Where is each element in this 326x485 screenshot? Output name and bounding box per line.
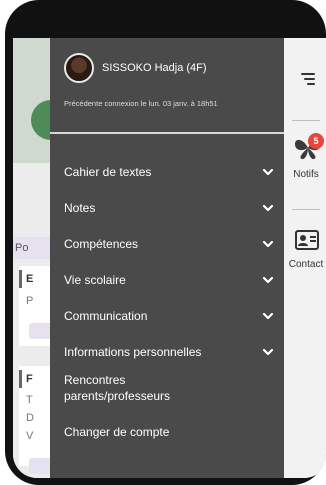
background-card-title: F xyxy=(26,373,33,385)
background-card-bar xyxy=(19,370,22,388)
background-card-text: V xyxy=(26,430,34,442)
background-card-text: P xyxy=(26,295,34,307)
menu-item-competences[interactable]: Compétences xyxy=(50,228,284,264)
menu-divider xyxy=(50,132,284,134)
chevron-down-icon xyxy=(262,240,274,248)
background-card-text: D xyxy=(26,412,34,424)
menu-item-label: Compétences xyxy=(64,237,139,251)
user-header: SISSOKO Hadja (4F) Précédente connexion … xyxy=(50,38,284,134)
menu-item-rencontres-parents-professeurs[interactable]: Rencontres parents/professeurs xyxy=(50,372,284,424)
notifications-badge: 5 xyxy=(308,133,324,149)
chevron-down-icon xyxy=(262,168,274,176)
contact-label[interactable]: Contact xyxy=(284,259,326,270)
menu-item-label: Communication xyxy=(64,309,148,323)
user-avatar[interactable] xyxy=(64,53,94,83)
menu-item-label: Rencontres parents/professeurs xyxy=(64,373,171,403)
right-rail: 5 Notifs Contact xyxy=(284,38,326,478)
contact-card-icon[interactable] xyxy=(295,230,319,250)
hamburger-menu-icon[interactable] xyxy=(300,71,316,87)
chevron-down-icon xyxy=(262,204,274,212)
side-menu: SISSOKO Hadja (4F) Précédente connexion … xyxy=(50,38,284,478)
chevron-down-icon xyxy=(262,276,274,284)
rail-divider xyxy=(292,120,320,121)
menu-item-cahier-de-textes[interactable]: Cahier de textes xyxy=(50,156,284,192)
menu-item-label: Informations personnelles xyxy=(64,345,202,359)
device-frame: Po E P F T D V SISSOKO Hadja (4F) Précéd… xyxy=(5,0,326,485)
notifs-label[interactable]: Notifs xyxy=(284,169,326,180)
menu-item-vie-scolaire[interactable]: Vie scolaire xyxy=(50,264,284,300)
background-card-title: E xyxy=(26,273,34,285)
app-screen: Po E P F T D V SISSOKO Hadja (4F) Précéd… xyxy=(13,38,326,478)
user-name: SISSOKO Hadja (4F) xyxy=(102,62,207,74)
menu-item-informations-personnelles[interactable]: Informations personnelles xyxy=(50,336,284,372)
chevron-down-icon xyxy=(262,312,274,320)
background-card-bar xyxy=(19,270,22,288)
menu-item-notes[interactable]: Notes xyxy=(50,192,284,228)
menu-item-label: Notes xyxy=(64,201,96,215)
background-card-text: T xyxy=(26,394,33,406)
last-login-text: Précédente connexion le lun. 03 janv. à … xyxy=(64,99,218,108)
rail-divider xyxy=(292,209,320,210)
menu-item-label: Vie scolaire xyxy=(64,273,126,287)
menu-item-label: Changer de compte xyxy=(64,425,170,439)
menu-list: Cahier de textes Notes Compétences Vie s… xyxy=(50,156,284,460)
chevron-down-icon xyxy=(262,348,274,356)
menu-item-changer-de-compte[interactable]: Changer de compte xyxy=(50,424,284,460)
menu-item-label: Cahier de textes xyxy=(64,165,152,179)
menu-item-communication[interactable]: Communication xyxy=(50,300,284,336)
